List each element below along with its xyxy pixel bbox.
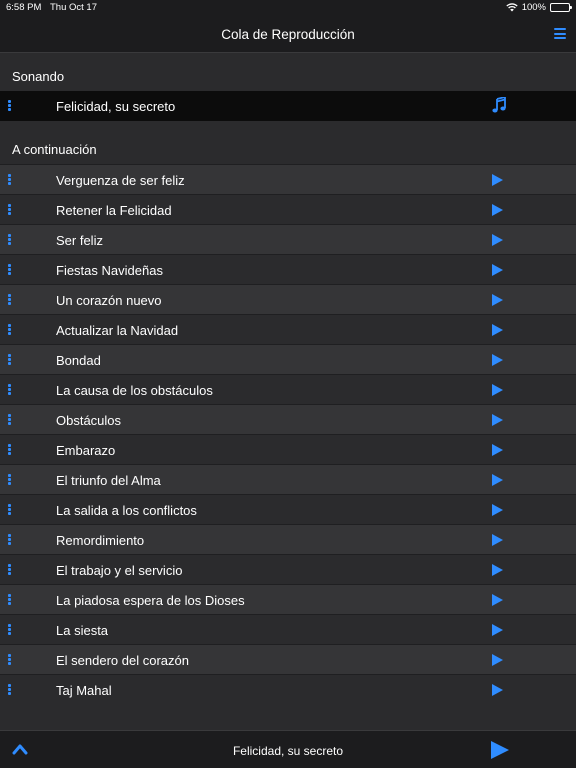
status-date: Thu Oct 17	[50, 2, 97, 13]
queue-row[interactable]: La piadosa espera de los Dioses	[0, 584, 576, 614]
now-playing-header: Sonando	[12, 69, 65, 84]
wifi-icon	[506, 3, 518, 12]
drag-handle-icon[interactable]	[8, 654, 11, 665]
play-icon[interactable]	[492, 654, 503, 666]
queue-row[interactable]: Embarazo	[0, 434, 576, 464]
status-time: 6:58 PM	[6, 2, 42, 13]
queue-track-title: Verguenza de ser feliz	[56, 173, 185, 188]
play-icon[interactable]	[492, 384, 503, 396]
play-icon[interactable]	[492, 354, 503, 366]
play-icon[interactable]	[492, 444, 503, 456]
queue-row[interactable]: Ser feliz	[0, 224, 576, 254]
queue-track-title: La piadosa espera de los Dioses	[56, 593, 245, 608]
queue-row[interactable]: El sendero del corazón	[0, 644, 576, 674]
navigation-bar: Cola de Reproducción	[0, 16, 576, 53]
play-icon[interactable]	[492, 174, 503, 186]
queue-track-title: El trabajo y el servicio	[56, 563, 183, 578]
drag-handle-icon[interactable]	[8, 444, 11, 455]
drag-handle-icon[interactable]	[8, 504, 11, 515]
queue-row[interactable]: Bondad	[0, 344, 576, 374]
drag-handle-icon[interactable]	[8, 384, 11, 395]
play-icon[interactable]	[492, 564, 503, 576]
queue-track-title: La siesta	[56, 623, 109, 638]
queue-track-title: Remordimiento	[56, 533, 145, 548]
queue-row[interactable]: Obstáculos	[0, 404, 576, 434]
play-icon[interactable]	[492, 504, 503, 516]
play-icon[interactable]	[492, 264, 503, 276]
play-icon[interactable]	[492, 414, 503, 426]
queue-row[interactable]: Fiestas Navideñas	[0, 254, 576, 284]
drag-handle-icon[interactable]	[8, 324, 11, 335]
queue-track-title: Actualizar la Navidad	[56, 323, 179, 338]
queue-track-title: Fiestas Navideñas	[56, 263, 163, 278]
play-icon[interactable]	[492, 624, 503, 636]
bottom-toolbar: Felicidad, su secreto	[0, 730, 576, 768]
mini-player-track[interactable]: Felicidad, su secreto	[0, 744, 576, 758]
play-icon[interactable]	[492, 534, 503, 546]
queue-track-title: El sendero del corazón	[56, 653, 189, 668]
queue-track-title: Taj Mahal	[56, 683, 112, 698]
play-icon[interactable]	[492, 294, 503, 306]
queue-track-title: Ser feliz	[56, 233, 103, 248]
music-note-icon	[492, 97, 506, 113]
queue-track-title: La salida a los conflictos	[56, 503, 197, 518]
queue-row[interactable]: Un corazón nuevo	[0, 284, 576, 314]
now-playing-row[interactable]: Felicidad, su secreto	[0, 91, 576, 121]
drag-handle-icon[interactable]	[8, 100, 11, 111]
play-icon[interactable]	[492, 594, 503, 606]
play-icon[interactable]	[492, 324, 503, 336]
up-next-header: A continuación	[12, 142, 97, 157]
play-icon[interactable]	[492, 474, 503, 486]
battery-icon	[550, 3, 572, 12]
queue-track-title: Retener la Felicidad	[56, 203, 172, 218]
drag-handle-icon[interactable]	[8, 534, 11, 545]
status-right: 100%	[506, 2, 572, 13]
queue-row[interactable]: Taj Mahal	[0, 674, 576, 704]
now-playing-track: Felicidad, su secreto	[56, 99, 176, 114]
drag-handle-icon[interactable]	[8, 294, 11, 305]
queue-row[interactable]: La causa de los obstáculos	[0, 374, 576, 404]
drag-handle-icon[interactable]	[8, 624, 11, 635]
queue-track-title: Un corazón nuevo	[56, 293, 162, 308]
drag-handle-icon[interactable]	[8, 684, 11, 695]
drag-handle-icon[interactable]	[8, 354, 11, 365]
queue-track-title: El triunfo del Alma	[56, 473, 161, 488]
queue-row[interactable]: Remordimiento	[0, 524, 576, 554]
queue-row[interactable]: La salida a los conflictos	[0, 494, 576, 524]
drag-handle-icon[interactable]	[8, 474, 11, 485]
page-title: Cola de Reproducción	[221, 27, 355, 42]
play-icon[interactable]	[491, 741, 509, 759]
play-icon[interactable]	[492, 684, 503, 696]
drag-handle-icon[interactable]	[8, 594, 11, 605]
queue-track-title: Bondad	[56, 353, 101, 368]
battery-percent: 100%	[521, 2, 546, 13]
drag-handle-icon[interactable]	[8, 174, 11, 185]
queue-row[interactable]: Actualizar la Navidad	[0, 314, 576, 344]
drag-handle-icon[interactable]	[8, 414, 11, 425]
queue-track-title: Embarazo	[56, 443, 116, 458]
queue-track-title: La causa de los obstáculos	[56, 383, 213, 398]
queue-row[interactable]: Verguenza de ser feliz	[0, 164, 576, 194]
drag-handle-icon[interactable]	[8, 204, 11, 215]
play-icon[interactable]	[492, 234, 503, 246]
play-queue-screen: 6:58 PM Thu Oct 17 100% Cola de Reproduc…	[0, 0, 576, 768]
drag-handle-icon[interactable]	[8, 264, 11, 275]
drag-handle-icon[interactable]	[8, 234, 11, 245]
status-bar: 6:58 PM Thu Oct 17 100%	[0, 0, 576, 16]
queue-row[interactable]: Retener la Felicidad	[0, 194, 576, 224]
play-icon[interactable]	[492, 204, 503, 216]
queue-row[interactable]: El trabajo y el servicio	[0, 554, 576, 584]
queue-row[interactable]: La siesta	[0, 614, 576, 644]
drag-handle-icon[interactable]	[8, 564, 11, 575]
hamburger-menu-icon[interactable]	[554, 28, 566, 39]
queue-row[interactable]: El triunfo del Alma	[0, 464, 576, 494]
queue-track-title: Obstáculos	[56, 413, 122, 428]
